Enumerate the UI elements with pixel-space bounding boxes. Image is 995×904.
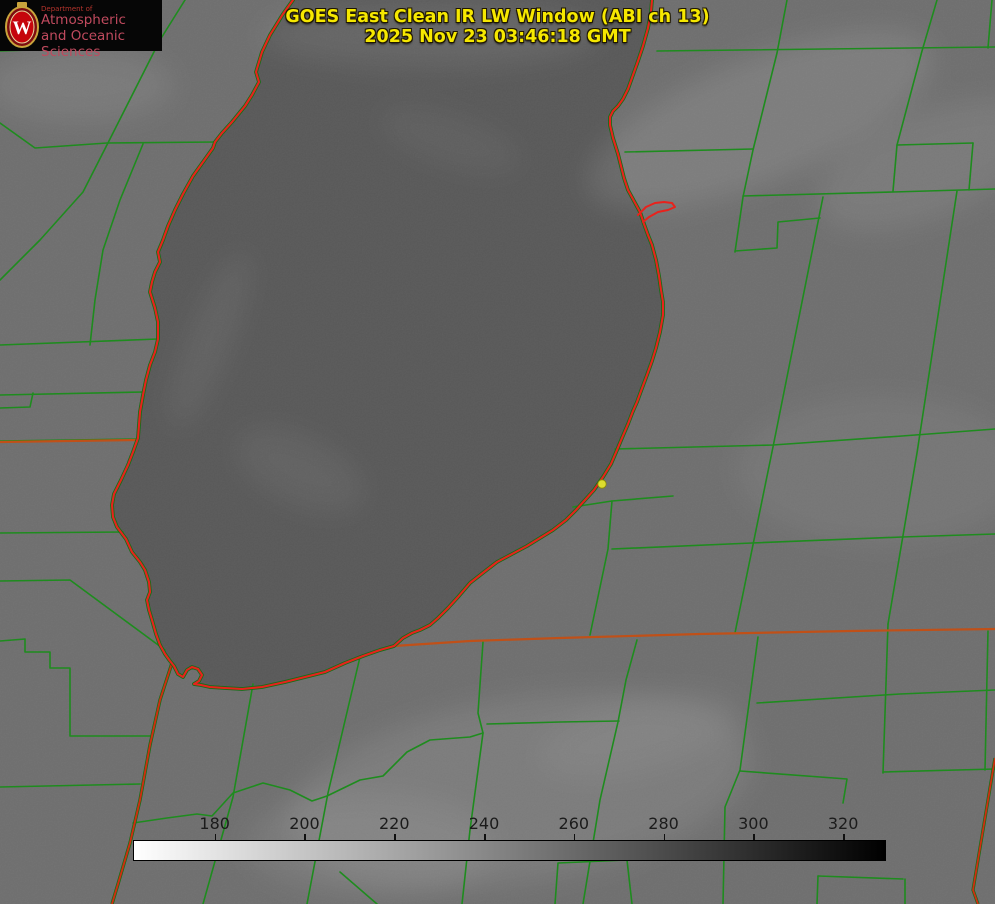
- colorbar-tick-label: 220: [378, 814, 410, 833]
- satellite-map: [0, 0, 995, 904]
- logo-name-line1: Atmospheric: [41, 12, 126, 28]
- colorbar-tick-label: 320: [827, 814, 859, 833]
- colorbar-tick-label: 280: [648, 814, 679, 833]
- colorbar-tick-label: 300: [738, 814, 769, 833]
- svg-text:W: W: [13, 18, 32, 39]
- logo-name-line2: and Oceanic Sciences: [41, 28, 126, 60]
- sensor-grain: [0, 0, 995, 904]
- colorbar-tick-label: 180: [199, 814, 230, 833]
- colorbar-tick-label: 240: [468, 814, 500, 833]
- station-marker: [597, 479, 607, 489]
- uw-aos-logo: W Department of Atmospheric and Oceanic …: [0, 0, 162, 60]
- temperature-colorbar: 180 200 220 240 260 280 300 320: [133, 814, 886, 862]
- colorbar-bar: [133, 840, 886, 861]
- uw-crest-icon: W: [5, 2, 39, 48]
- colorbar-tick-label: 260: [558, 814, 590, 833]
- goes-satellite-view: W Department of Atmospheric and Oceanic …: [0, 0, 995, 904]
- colorbar-tick-label: 200: [289, 814, 320, 833]
